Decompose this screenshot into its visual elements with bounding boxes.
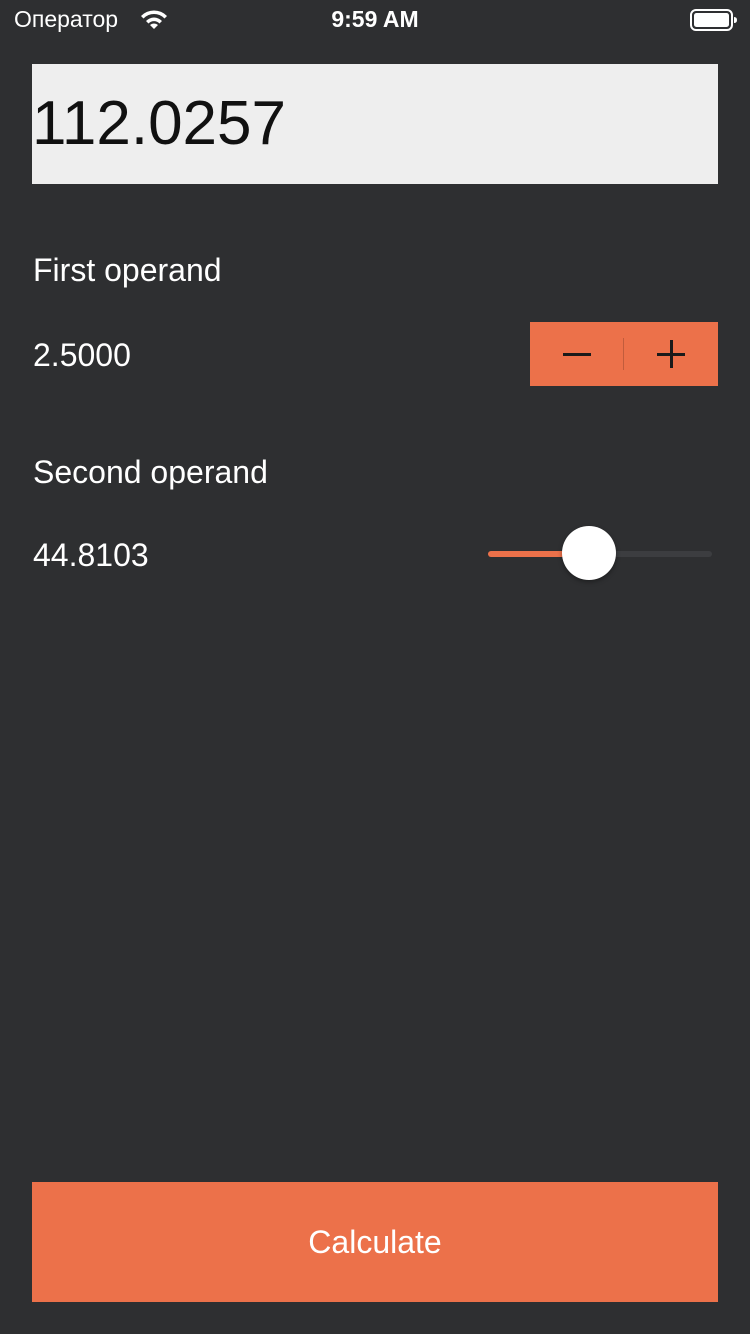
first-operand-label: First operand <box>33 252 222 288</box>
second-operand-value: 44.8103 <box>33 537 149 573</box>
calculate-button[interactable]: Calculate <box>32 1182 718 1302</box>
plus-icon <box>624 322 718 386</box>
decrement-button[interactable] <box>530 322 624 386</box>
first-operand-stepper <box>530 322 718 386</box>
status-bar: Оператор 9:59 AM <box>0 0 750 40</box>
second-operand-label: Second operand <box>33 454 268 490</box>
slider-thumb[interactable] <box>562 526 616 580</box>
second-operand-slider[interactable] <box>488 524 712 584</box>
minus-icon <box>563 353 591 356</box>
battery-full-icon <box>690 9 737 31</box>
status-time: 9:59 AM <box>331 6 419 32</box>
first-operand-value: 2.5000 <box>33 337 131 373</box>
result-display: 112.0257 <box>32 64 718 184</box>
stepper-divider <box>623 338 624 370</box>
increment-button[interactable] <box>624 322 718 386</box>
result-value: 112.0257 <box>32 89 286 158</box>
